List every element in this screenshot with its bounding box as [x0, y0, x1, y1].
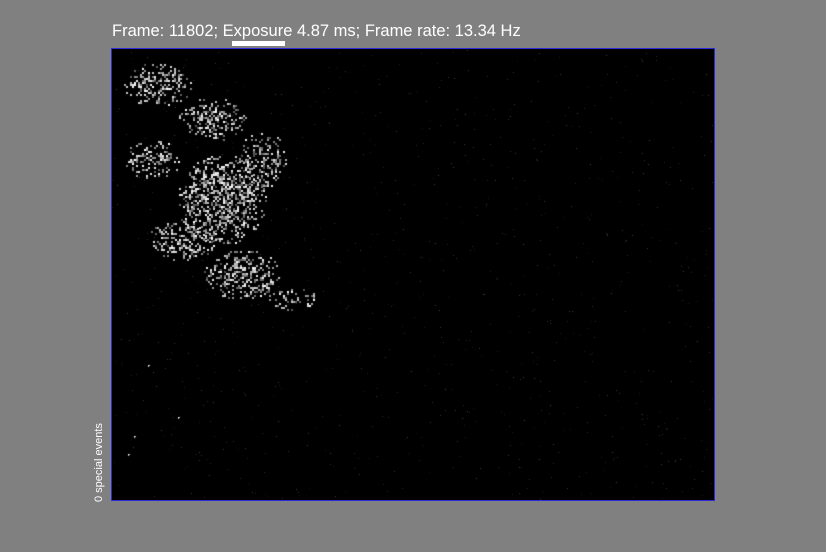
recording-progress-bar [232, 41, 285, 46]
frame-status-text: Frame: 11802; Exposure 4.87 ms; Frame ra… [112, 22, 521, 40]
event-image-canvas [112, 49, 714, 500]
special-events-counter: 0 special events [93, 423, 105, 502]
event-camera-viewer[interactable] [111, 48, 715, 501]
